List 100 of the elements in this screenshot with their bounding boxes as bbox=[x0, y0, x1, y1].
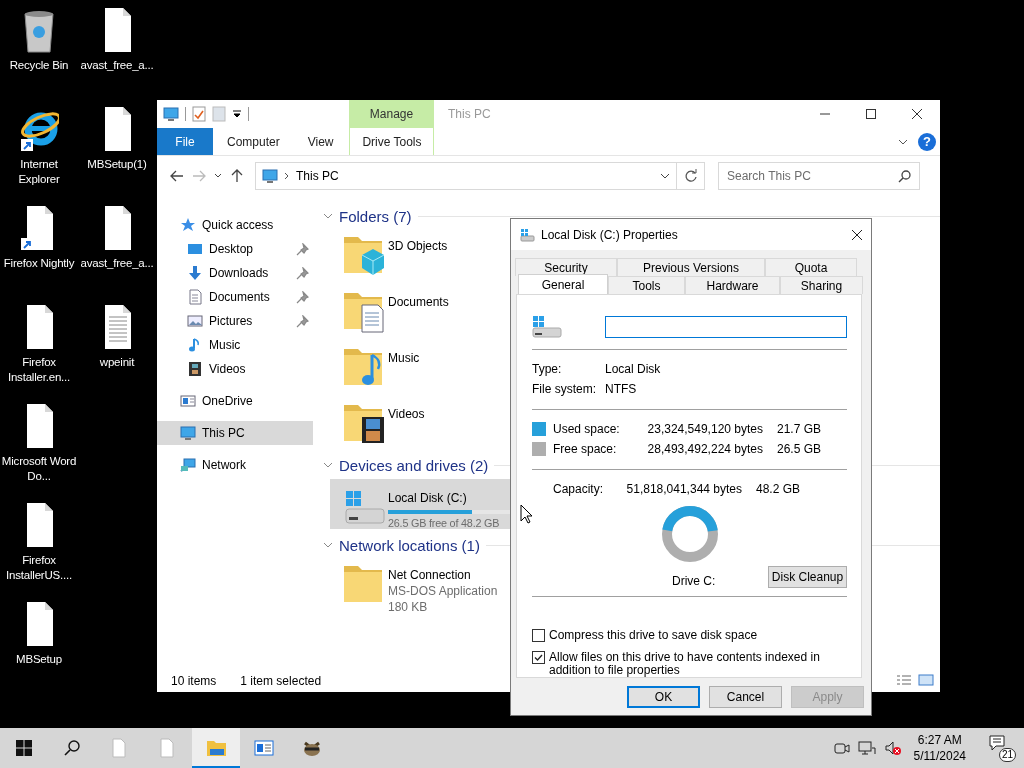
mouse-pointer-icon bbox=[520, 504, 533, 524]
group-chevron-icon[interactable] bbox=[323, 540, 333, 550]
desktop-icon-label: wpeinit bbox=[98, 355, 136, 370]
nav-item[interactable]: Documents bbox=[157, 285, 313, 309]
nav-item[interactable]: Quick access bbox=[157, 213, 313, 237]
network-icon[interactable] bbox=[857, 740, 876, 756]
desktop-icon-label: MBSetup(1) bbox=[86, 157, 148, 172]
search-field[interactable]: Search This PC bbox=[718, 162, 920, 190]
breadcrumb-item[interactable]: This PC bbox=[296, 169, 339, 183]
computer-icon[interactable] bbox=[163, 106, 179, 122]
item-name: Videos bbox=[388, 407, 425, 421]
item-detail: 180 KB bbox=[388, 600, 429, 614]
dialog-button[interactable]: Cancel bbox=[709, 686, 782, 708]
notification-icon[interactable] bbox=[988, 734, 1006, 752]
drive-icon bbox=[532, 315, 564, 339]
desktop-icon-label: Recycle Bin bbox=[8, 58, 70, 73]
pin-icon[interactable] bbox=[296, 242, 309, 256]
dialog-button[interactable]: OK bbox=[627, 686, 700, 708]
group-header: Folders (7) bbox=[339, 207, 412, 225]
dialog-tab[interactable]: Quota bbox=[765, 258, 857, 276]
capacity-bytes: 51,818,041,344 bytes bbox=[625, 482, 742, 497]
nav-item[interactable]: Videos bbox=[157, 357, 313, 381]
desktop-icon-label: Internet Explorer bbox=[17, 157, 61, 187]
group-header: Devices and drives (2) bbox=[339, 456, 489, 474]
checklist-icon[interactable] bbox=[192, 106, 206, 122]
notification-count[interactable]: 21 bbox=[998, 748, 1016, 762]
pin-icon[interactable] bbox=[296, 314, 309, 328]
drive-icon bbox=[519, 226, 535, 243]
film-icon bbox=[187, 361, 203, 377]
up-arrow-icon[interactable] bbox=[229, 168, 245, 184]
checkbox[interactable] bbox=[532, 651, 545, 664]
space-size: 26.5 GB bbox=[777, 442, 822, 457]
ribbon-tab[interactable]: Computer bbox=[213, 128, 294, 155]
capacity-size: 48.2 GB bbox=[756, 482, 801, 497]
checkbox-label[interactable]: Compress this drive to save disk space bbox=[549, 629, 758, 642]
info-value: NTFS bbox=[605, 382, 637, 397]
name-field[interactable] bbox=[605, 316, 847, 338]
ribbon-tab[interactable]: File bbox=[157, 128, 213, 155]
item-detail: MS-DOS Application bbox=[388, 584, 498, 598]
checkbox[interactable] bbox=[532, 629, 545, 642]
group-chevron-icon[interactable] bbox=[323, 211, 333, 221]
pin-icon[interactable] bbox=[296, 266, 309, 280]
nav-item[interactable]: Desktop bbox=[157, 237, 313, 261]
dialog-tab[interactable]: Sharing bbox=[780, 276, 863, 294]
nav-item[interactable]: Downloads bbox=[157, 261, 313, 285]
clock-date[interactable]: 5/11/2024 bbox=[913, 748, 966, 764]
desktop-icon-label: Firefox Nightly bbox=[2, 256, 76, 271]
group-chevron-icon[interactable] bbox=[323, 460, 333, 470]
folder-item[interactable]: Net Connection MS-DOS Application 180 KB bbox=[330, 556, 580, 612]
taskbar-app-button[interactable] bbox=[192, 728, 240, 768]
ribbon-tab[interactable]: Drive Tools bbox=[349, 128, 435, 155]
back-arrow-icon[interactable] bbox=[169, 168, 185, 184]
nav-item[interactable]: Music bbox=[157, 333, 313, 357]
nav-item[interactable]: Pictures bbox=[157, 309, 313, 333]
checkbox-label[interactable]: Allow files on this drive to have contents indexed in addition to file properties bbox=[549, 651, 847, 677]
dropdown-chevron-icon[interactable] bbox=[660, 172, 670, 180]
desktop-icon-label: MBSetup bbox=[15, 652, 63, 667]
expand-ribbon-icon[interactable] bbox=[898, 137, 908, 146]
dialog-tab[interactable]: Previous Versions bbox=[617, 258, 765, 276]
item-name: Net Connection bbox=[388, 568, 472, 582]
dropdown-caret-icon[interactable] bbox=[232, 109, 242, 119]
desktop-icon-label: Firefox Installer.en... bbox=[6, 355, 72, 385]
space-bytes: 28,493,492,224 bytes bbox=[646, 442, 763, 457]
item-name: Local Disk (C:) bbox=[388, 491, 468, 505]
refresh-button[interactable] bbox=[683, 169, 698, 183]
nav-item[interactable]: This PC bbox=[157, 421, 313, 445]
camera-icon[interactable] bbox=[833, 740, 850, 756]
nav-item[interactable]: OneDrive bbox=[157, 389, 313, 413]
volume-muted-icon[interactable] bbox=[883, 740, 902, 756]
dialog-title: Local Disk (C:) Properties bbox=[541, 227, 678, 242]
download-icon bbox=[187, 265, 203, 281]
dialog-tab[interactable]: Tools bbox=[608, 276, 685, 294]
dialog-tab[interactable]: Security bbox=[515, 258, 617, 276]
help-button[interactable]: ? bbox=[918, 132, 936, 151]
item-name: Documents bbox=[388, 295, 449, 309]
close-button[interactable] bbox=[851, 228, 863, 241]
pin-icon[interactable] bbox=[296, 290, 309, 304]
ribbon-tab[interactable]: View bbox=[293, 128, 348, 155]
context-tab-header: Manage bbox=[349, 100, 434, 128]
desktop-icon bbox=[187, 241, 203, 257]
info-value: Local Disk bbox=[605, 362, 661, 376]
info-label: Type: bbox=[532, 362, 563, 376]
disk-cleanup-button[interactable]: Disk Cleanup bbox=[768, 565, 847, 588]
onedrive-icon bbox=[180, 393, 196, 409]
window-icon bbox=[254, 738, 274, 758]
dialog-tab[interactable]: General bbox=[518, 274, 608, 294]
search-icon[interactable] bbox=[898, 169, 912, 183]
group-header: Network locations (1) bbox=[339, 536, 480, 554]
dialog-tab[interactable]: Hardware bbox=[685, 276, 780, 294]
clock-time[interactable]: 6:27 AM bbox=[917, 732, 962, 748]
desktop-icon-label: avast_free_a... bbox=[79, 256, 155, 271]
window-title: This PC bbox=[447, 107, 492, 121]
computer-icon bbox=[180, 425, 196, 441]
tiles-view-icon[interactable] bbox=[918, 674, 934, 686]
computer-icon bbox=[262, 168, 278, 184]
address-bar[interactable]: This PC bbox=[255, 162, 677, 190]
windows-logo-icon bbox=[16, 740, 32, 756]
space-size: 21.7 GB bbox=[777, 422, 822, 437]
nav-item[interactable]: Network bbox=[157, 453, 313, 477]
space-label: Used space: bbox=[553, 422, 621, 437]
